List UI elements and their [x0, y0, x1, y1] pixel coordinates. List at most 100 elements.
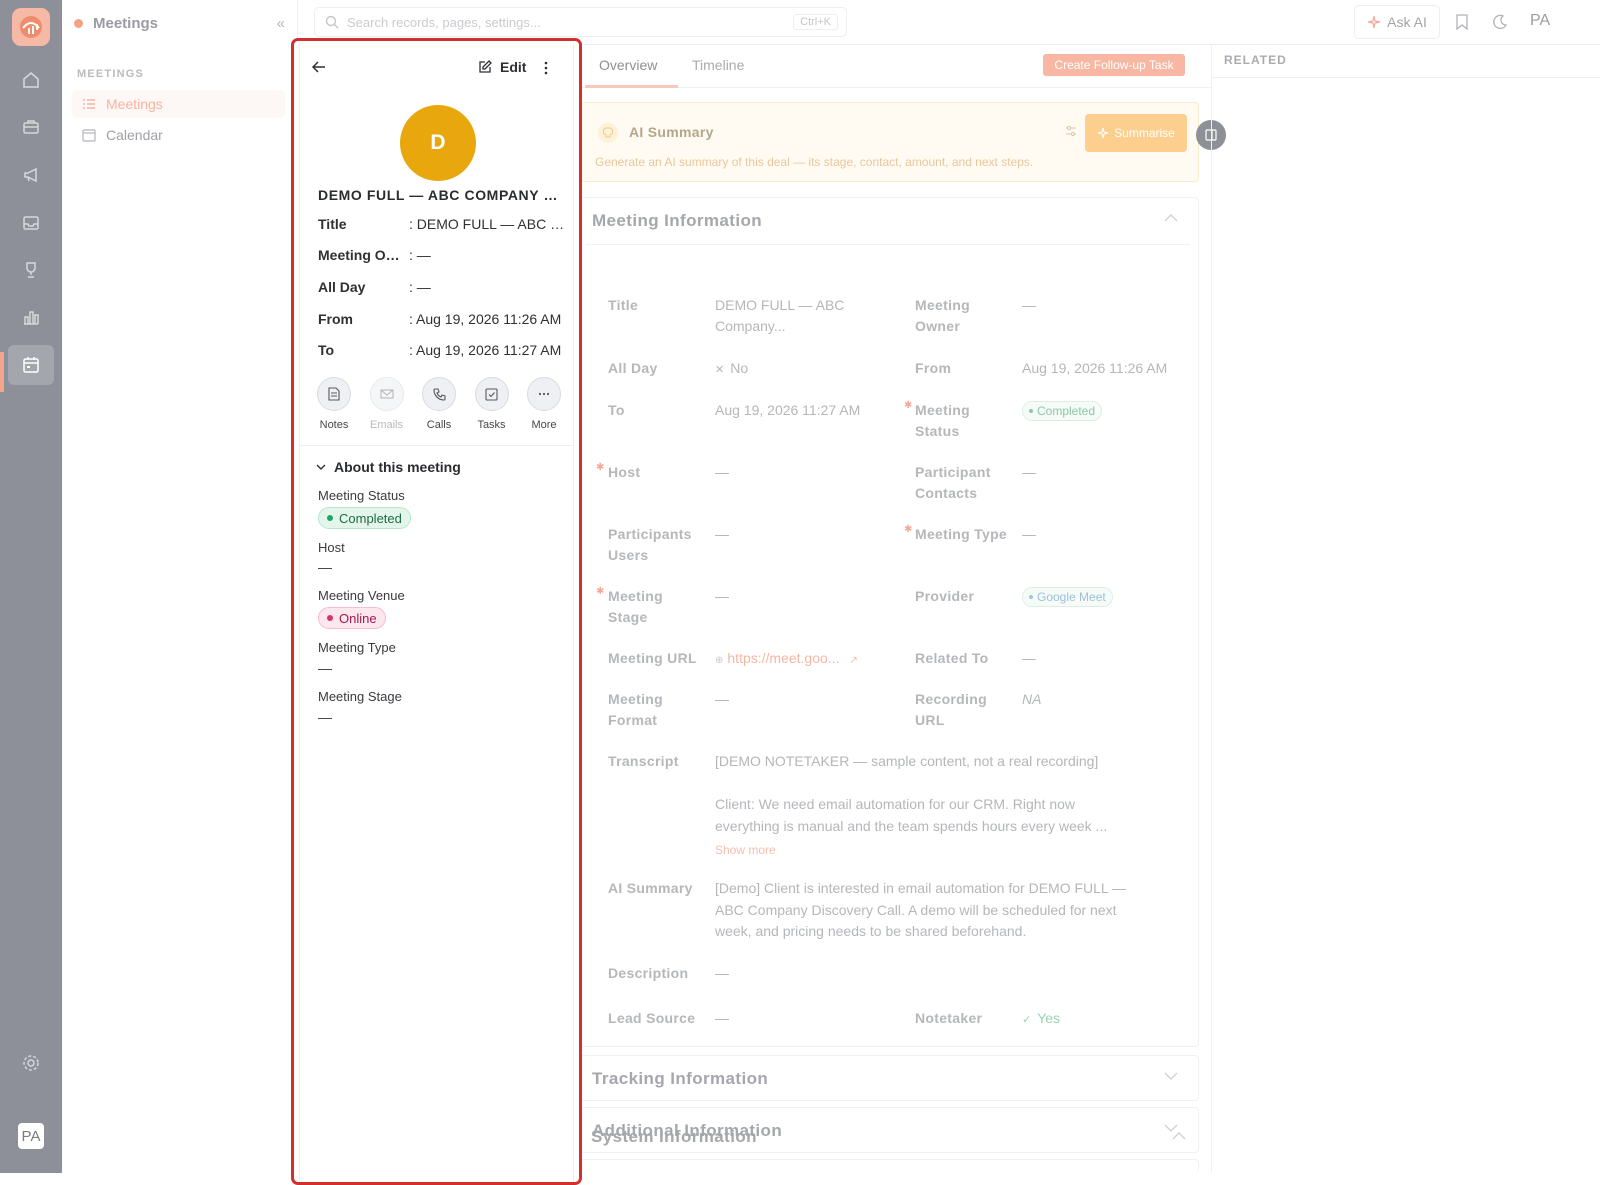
module-dot — [74, 18, 83, 28]
module-sidebar: Meetings « MEETINGS Meetings Calendar — [62, 0, 298, 1173]
notetaker-value: ✓ Yes — [1022, 1008, 1060, 1031]
active-tab-indicator — [585, 85, 678, 88]
sidebar-item-calendar[interactable]: Calendar — [72, 121, 285, 149]
field-value: — — [715, 464, 729, 480]
user-avatar[interactable]: PA — [18, 1123, 44, 1149]
required-marker-icon: ✱ — [904, 524, 913, 535]
field-label: Related To — [915, 650, 989, 666]
meeting-url-text: https://meet.goo... — [727, 650, 840, 666]
show-more-link[interactable]: Show more — [715, 840, 776, 861]
action-label: Notes — [319, 419, 349, 431]
app-logo[interactable] — [12, 8, 50, 46]
field-label: To — [608, 402, 625, 418]
bookmark-icon[interactable] — [1452, 12, 1472, 32]
required-marker-icon: ✱ — [904, 400, 913, 411]
back-arrow-icon[interactable] — [312, 61, 326, 73]
briefcase-icon[interactable] — [11, 107, 51, 147]
calendar-icon — [82, 129, 96, 142]
action-label: Emails — [369, 419, 403, 431]
user-initials[interactable]: PA — [1530, 12, 1550, 30]
tasks-action-button[interactable]: Tasks — [468, 377, 516, 431]
more-icon — [527, 377, 561, 411]
field-label: Host — [608, 464, 641, 480]
ai-summary-description: Generate an AI summary of this deal — it… — [595, 155, 1034, 169]
module-title: Meetings — [93, 14, 159, 32]
tracking-information-section[interactable]: Tracking Information — [577, 1055, 1199, 1101]
field-value: DEMO FULL — ABC Company... — [715, 297, 845, 334]
sidebar-section-label: MEETINGS — [77, 68, 145, 80]
notes-action-button[interactable]: Notes — [310, 377, 358, 431]
system-information-section[interactable] — [577, 1159, 1199, 1173]
tab-overview[interactable]: Overview — [599, 57, 657, 73]
summarise-button[interactable]: Summarise — [1085, 114, 1187, 152]
chevron-up-icon[interactable] — [1164, 214, 1178, 222]
field-label: Notetaker — [915, 1010, 983, 1026]
list-icon — [83, 99, 95, 109]
meeting-url-link[interactable]: ⊕ https://meet.goo... ↗ — [715, 648, 858, 671]
summarise-label: Summarise — [1114, 126, 1175, 140]
rail-active-indicator — [0, 352, 4, 392]
venue-badge: Online — [318, 607, 386, 629]
section-title: Tracking Information — [592, 1069, 769, 1088]
icon-rail: PA — [0, 0, 62, 1173]
more-action-button[interactable]: More — [520, 377, 568, 431]
external-link-icon[interactable]: ↗ — [849, 655, 857, 666]
field-label: All Day — [608, 360, 658, 376]
ai-summary-text: [Demo] Client is interested in email aut… — [715, 880, 1127, 896]
calls-action-button[interactable]: Calls — [415, 377, 463, 431]
chevron-down-icon[interactable] — [1164, 1072, 1178, 1080]
emails-action-button[interactable]: Emails — [363, 377, 411, 431]
home-icon[interactable] — [11, 60, 51, 100]
about-section-toggle[interactable]: About this meeting — [316, 459, 461, 475]
field-label: From — [915, 360, 952, 376]
search-input[interactable]: Search records, pages, settings... Ctrl+… — [314, 7, 847, 37]
dark-mode-icon[interactable] — [1490, 12, 1510, 32]
record-avatar: D — [400, 105, 476, 181]
collapse-sidebar-icon[interactable]: « — [277, 15, 285, 32]
field-label: Meeting URL — [608, 650, 697, 666]
ai-summary-text: week, and pricing needs to be shared bef… — [715, 923, 1027, 939]
summary-row: Title : DEMO FULL — ABC Company Discover… — [318, 216, 566, 232]
record-name: DEMO FULL — ABC COMPANY DISCOVERY CALL — [318, 187, 562, 203]
summary-key: To — [318, 342, 335, 358]
module-header: Meetings « — [74, 10, 289, 36]
megaphone-icon[interactable] — [11, 155, 51, 195]
notes-icon — [317, 377, 351, 411]
field-label: Participant Contacts — [915, 464, 991, 501]
ai-summary-text: ABC Company Discovery Call. A demo will … — [715, 902, 1117, 918]
divider — [300, 445, 573, 446]
field-label: Description — [608, 965, 689, 981]
record-overview: Overview Timeline Create Follow-up Task … — [577, 45, 1226, 1173]
kebab-menu-icon[interactable] — [544, 61, 548, 75]
provider-badge: Google Meet — [1022, 587, 1113, 607]
ask-ai-label: Ask AI — [1387, 14, 1427, 30]
bar-chart-icon[interactable] — [11, 297, 51, 337]
about-field-label: Meeting Type — [318, 640, 396, 655]
sidebar-item-label: Calendar — [106, 127, 163, 143]
edit-button[interactable]: Edit — [478, 59, 526, 75]
status-badge-label: Completed — [1037, 404, 1096, 418]
field-value: — — [715, 965, 729, 981]
check-icon: ✓ — [1022, 1014, 1032, 1026]
about-field-value: — — [318, 660, 332, 676]
chevron-down-icon — [316, 464, 326, 470]
trophy-icon[interactable] — [11, 250, 51, 290]
settings-icon[interactable] — [11, 1043, 51, 1083]
about-field-label: Meeting Status — [318, 488, 405, 503]
tune-icon[interactable] — [1065, 125, 1077, 137]
chevron-down-icon[interactable] — [1164, 1124, 1178, 1132]
calendar-icon[interactable] — [8, 345, 54, 385]
phone-icon — [422, 377, 456, 411]
sidebar-item-meetings[interactable]: Meetings — [72, 90, 285, 118]
field-label: Meeting Format — [608, 691, 663, 728]
inbox-icon[interactable] — [11, 203, 51, 243]
summary-value: : — — [409, 279, 431, 295]
field-label: Participants Users — [608, 526, 692, 563]
tab-timeline[interactable]: Timeline — [692, 57, 744, 73]
summary-value: : — — [409, 247, 431, 263]
action-label: More — [531, 419, 557, 431]
ask-ai-button[interactable]: Ask AI — [1354, 5, 1440, 39]
create-follow-up-task-button[interactable]: Create Follow-up Task — [1043, 54, 1185, 76]
close-icon: ✕ — [715, 364, 725, 376]
chevron-up-icon[interactable] — [1172, 1132, 1186, 1140]
